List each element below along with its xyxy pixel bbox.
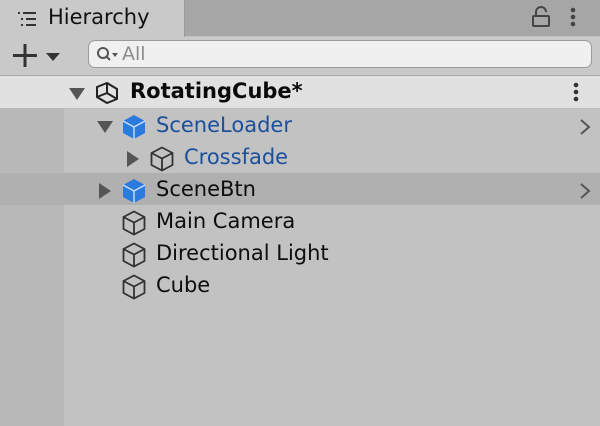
scene-title: RotatingCube* [130, 79, 303, 103]
unity-scene-icon [96, 81, 118, 105]
collapsed-arrow-icon[interactable] [126, 150, 140, 168]
plus-icon [13, 44, 37, 67]
search-input[interactable] [122, 42, 582, 66]
tab-hierarchy[interactable]: Hierarchy [0, 0, 185, 37]
tab-label: Hierarchy [48, 5, 150, 29]
item-label: Main Camera [156, 209, 296, 233]
prefab-cube-icon [122, 179, 146, 203]
expanded-arrow-icon[interactable] [68, 87, 86, 101]
tab-bar: Hierarchy [0, 0, 600, 37]
gameobject-cube-icon [122, 210, 146, 236]
chevron-right-icon[interactable] [578, 182, 592, 200]
hierarchy-toolbar [0, 37, 600, 76]
create-dropdown-button[interactable] [12, 42, 66, 70]
hierarchy-list-icon [18, 12, 36, 26]
gameobject-cube-icon [122, 242, 146, 268]
item-label: Directional Light [156, 241, 329, 265]
hierarchy-item-crossfade[interactable]: Crossfade [0, 141, 600, 173]
hierarchy-item-main-camera[interactable]: Main Camera [0, 205, 600, 237]
search-field[interactable] [88, 40, 592, 68]
expanded-arrow-icon[interactable] [96, 120, 114, 134]
hierarchy-item-scenebtn[interactable]: SceneBtn [0, 173, 600, 205]
chevron-right-icon[interactable] [578, 118, 592, 136]
scene-menu-icon[interactable] [570, 82, 582, 104]
gameobject-cube-icon [150, 146, 174, 172]
search-icon [97, 47, 118, 61]
prefab-cube-icon [122, 115, 146, 139]
collapsed-arrow-icon[interactable] [98, 182, 112, 200]
lock-icon[interactable] [531, 6, 551, 28]
hierarchy-item-directional-light[interactable]: Directional Light [0, 237, 600, 269]
item-label: SceneBtn [156, 177, 256, 201]
scene-header-row[interactable]: RotatingCube* [0, 76, 600, 109]
gameobject-cube-icon [122, 274, 146, 300]
hierarchy-item-sceneloader[interactable]: SceneLoader [0, 109, 600, 141]
kebab-menu-icon[interactable] [567, 7, 579, 29]
dropdown-caret-icon [46, 53, 60, 61]
hierarchy-item-cube[interactable]: Cube [0, 269, 600, 301]
item-label: Cube [156, 273, 211, 297]
item-label: SceneLoader [156, 113, 292, 137]
item-label: Crossfade [184, 145, 289, 169]
